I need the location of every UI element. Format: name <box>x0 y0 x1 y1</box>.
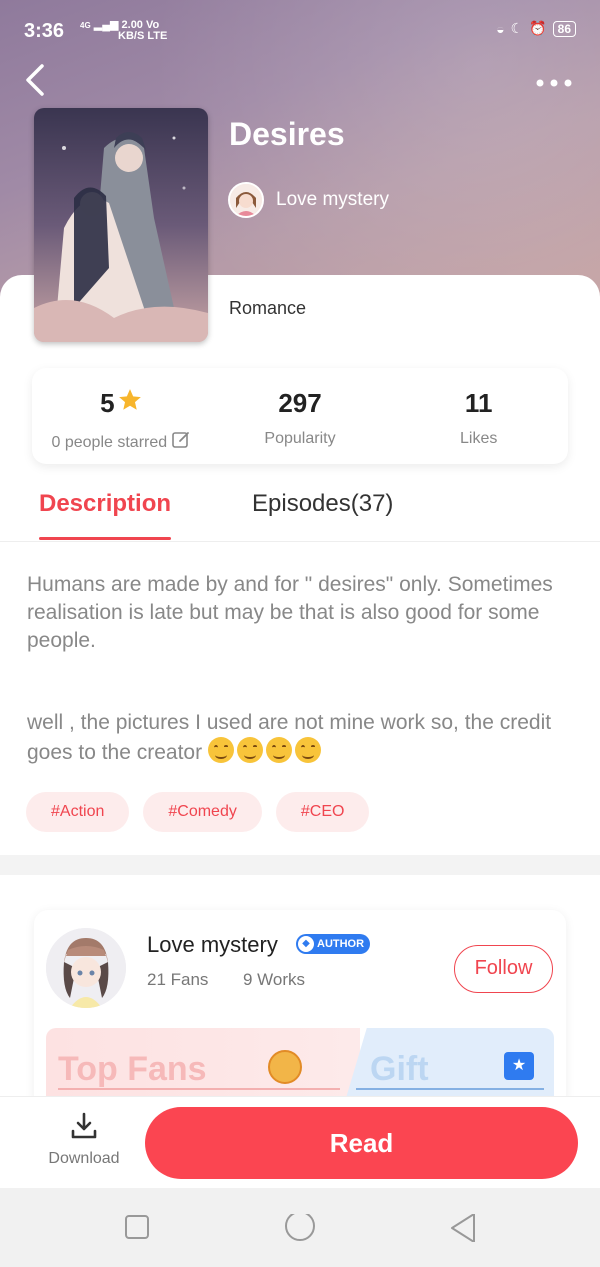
works-count: 9 Works <box>243 970 306 989</box>
rating-label: 0 people starred <box>51 433 168 451</box>
download-button[interactable]: Download <box>36 1111 132 1168</box>
description-paragraph-1: Humans are made by and for " desires" on… <box>27 573 553 652</box>
genre-label: Romance <box>229 298 307 318</box>
book-cover[interactable] <box>34 108 208 342</box>
author-badge: ◆ AUTHOR <box>296 934 371 954</box>
system-nav-bar <box>0 1188 600 1267</box>
chevron-left-icon[interactable] <box>22 62 58 102</box>
network-type: 4G <box>80 21 91 30</box>
smile-emoji-icon <box>265 737 292 763</box>
smile-emoji-icon <box>236 737 263 763</box>
recent-apps-icon[interactable] <box>124 1214 150 1245</box>
book-author-link[interactable]: Love mystery <box>228 182 389 218</box>
top-fans-label: Top Fans <box>58 1050 207 1088</box>
status-icons: ◒ ☾ ⏰ 86 <box>496 20 576 37</box>
tag-list: #Action #Comedy #CEO <box>26 792 370 832</box>
popularity-label: Popularity <box>264 430 336 447</box>
alarm-icon: ⏰ <box>529 20 547 36</box>
status-bar: 3:36 4G ▂▄▆ 2.00 Vo KB/S LTE ◒ ☾ ⏰ 86 <box>0 14 600 50</box>
tab-description[interactable]: Description <box>39 490 172 540</box>
gift-icon: ★ <box>504 1052 534 1080</box>
gift-label: Gift <box>370 1050 429 1088</box>
star-icon <box>117 387 143 420</box>
rating-value: 5 <box>100 387 115 418</box>
content-tabs: Description Episodes(37) <box>0 490 600 542</box>
top-fans-underline <box>58 1088 340 1090</box>
carrier-bottom: LTE <box>147 30 168 42</box>
edit-icon[interactable] <box>171 430 191 455</box>
network-info: 4G ▂▄▆ 2.00 Vo KB/S LTE <box>80 20 167 42</box>
author-card-name[interactable]: Love mystery <box>147 932 278 958</box>
author-badge-icon: ◆ <box>298 936 314 952</box>
data-saver-icon: ◒ <box>496 20 505 37</box>
rating-stat[interactable]: 5 0 people starred <box>32 368 211 464</box>
fans-count: 21 Fans <box>147 970 209 989</box>
battery-indicator: 86 <box>552 20 576 37</box>
tag-action[interactable]: #Action <box>26 792 130 832</box>
signal-icon: ▂▄▆ <box>93 19 119 31</box>
download-icon <box>69 1112 99 1145</box>
likes-stat: 11 Likes <box>389 368 568 464</box>
fan-avatar <box>268 1050 302 1084</box>
tab-episodes[interactable]: Episodes(37) <box>252 490 393 538</box>
smile-emoji-icon <box>294 737 321 763</box>
tag-comedy[interactable]: #Comedy <box>143 792 262 832</box>
moon-icon: ☾ <box>510 20 524 36</box>
avatar <box>228 182 264 218</box>
top-fans-banner[interactable]: Top Fans <box>46 1028 360 1098</box>
status-time: 3:36 <box>24 20 65 42</box>
book-title: Desires <box>229 116 345 152</box>
likes-value: 11 <box>464 387 493 418</box>
tag-ceo[interactable]: #CEO <box>275 792 370 832</box>
author-name: Love mystery <box>276 189 389 210</box>
back-nav-icon[interactable] <box>450 1213 478 1247</box>
author-avatar[interactable] <box>46 928 126 1008</box>
gift-underline <box>356 1088 544 1090</box>
description-paragraph-2: well , the pictures I used are not mine … <box>27 709 579 767</box>
stats-card: 5 0 people starred 297 Popularity 11 Lik… <box>32 368 568 464</box>
section-divider <box>0 855 600 875</box>
author-badge-label: AUTHOR <box>317 938 365 950</box>
popularity-stat: 297 Popularity <box>211 368 390 464</box>
gift-banner[interactable]: Gift ★ <box>346 1028 554 1098</box>
author-card: Love mystery ◆ AUTHOR 21 Fans 9 Works Fo… <box>34 910 566 1110</box>
smile-emoji-icon <box>207 737 234 763</box>
follow-button[interactable]: Follow <box>454 945 553 993</box>
more-horizontal-icon[interactable] <box>534 66 574 96</box>
likes-label: Likes <box>460 430 498 447</box>
bottom-action-bar: Download Read <box>0 1096 600 1188</box>
speed-unit: KB/S <box>118 30 145 42</box>
popularity-value: 297 <box>278 387 322 418</box>
home-icon[interactable] <box>284 1211 316 1251</box>
download-label: Download <box>48 1150 120 1167</box>
read-button[interactable]: Read <box>145 1107 578 1179</box>
